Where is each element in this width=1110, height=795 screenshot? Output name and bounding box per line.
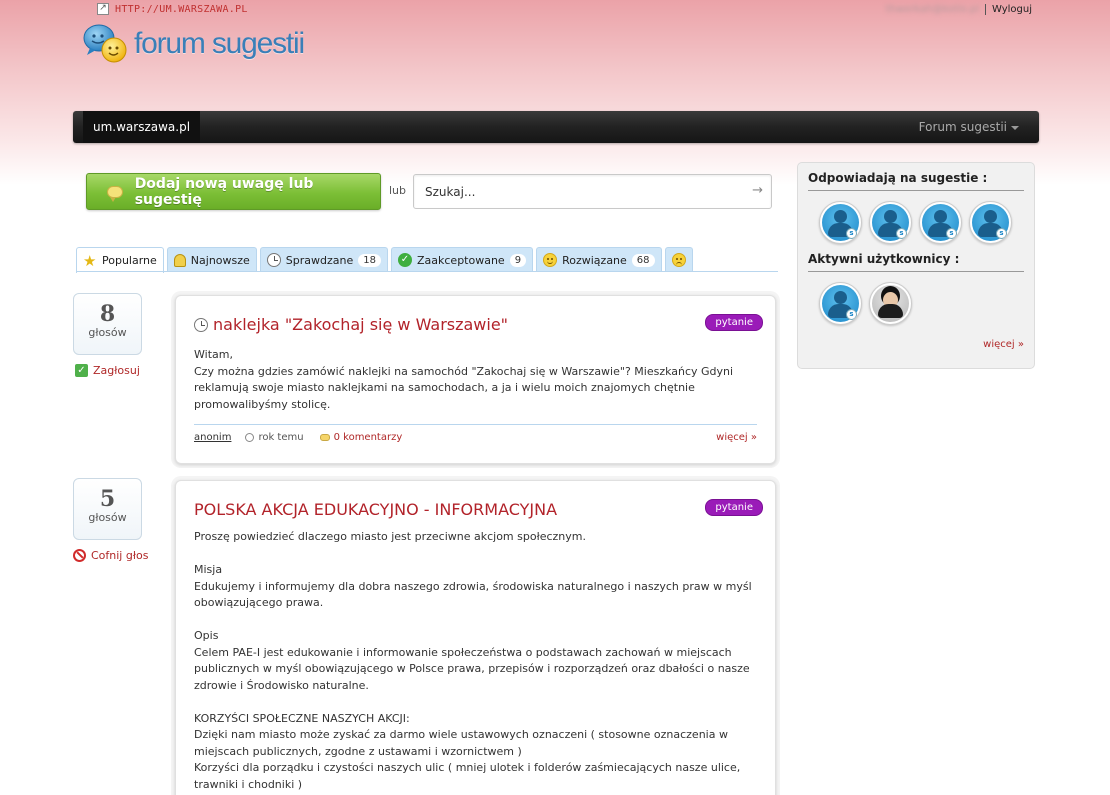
vote-count: 5 — [99, 486, 116, 512]
tab-label: Popularne — [102, 254, 157, 267]
vote-label: głosów — [88, 511, 127, 524]
sidebar: Odpowiadają na sugestie : s s s s Aktywn… — [797, 162, 1035, 369]
avatar-photo[interactable] — [869, 282, 912, 325]
search-input[interactable] — [414, 175, 734, 208]
unvote-button[interactable]: Cofnij głos — [73, 549, 148, 562]
smile-icon — [543, 253, 558, 267]
suggestion-body: Witam, Czy można gdzies zamówić naklejki… — [194, 348, 734, 411]
tab-najnowsze[interactable]: Najnowsze — [166, 247, 257, 272]
filter-tabs: ★ Popularne Najnowsze Sprawdzane 18 ✓ Za… — [76, 247, 693, 273]
tab-zaakceptowane[interactable]: ✓ Zaakceptowane 9 — [391, 247, 534, 272]
more-link[interactable]: więcej » — [716, 432, 757, 443]
suggestion-footer: anonim rok temu 0 komentarzy więcej » — [194, 424, 757, 443]
checkmark-icon: ✓ — [75, 364, 88, 377]
user-area: thwerkah@kotlo.pl Wyloguj — [886, 4, 1032, 15]
vote-count: 8 — [99, 301, 116, 327]
tab-sprawdzane[interactable]: Sprawdzane 18 — [259, 247, 388, 272]
tab-label: Zaakceptowane — [417, 253, 505, 267]
search-submit-arrow-icon[interactable]: → — [752, 183, 763, 198]
avatar[interactable]: s — [819, 201, 862, 244]
bell-icon — [173, 253, 186, 267]
search-box: → — [413, 174, 772, 209]
suggestion-title-link[interactable]: POLSKA AKCJA EDUKACYJNO - INFORMACYJNA — [194, 500, 757, 519]
comments-link[interactable]: 0 komentarzy — [319, 432, 403, 443]
clock-icon — [245, 433, 255, 442]
comment-bubble-icon — [319, 434, 330, 441]
clock-icon — [194, 317, 208, 332]
speech-bubble-icon — [107, 185, 123, 202]
top-navbar: um.warszawa.pl Forum sugestii — [73, 111, 1039, 143]
tab-count: 68 — [631, 253, 655, 267]
suggestion-title: POLSKA AKCJA EDUKACYJNO - INFORMACYJNA — [194, 500, 558, 519]
avatar[interactable]: s — [969, 201, 1012, 244]
logo[interactable]: forum sugestii — [82, 22, 305, 66]
active-users-list: s — [808, 272, 1024, 333]
tab-count: 18 — [358, 253, 381, 267]
tab-popularne[interactable]: ★ Popularne — [76, 247, 164, 273]
active-users-heading: Aktywni użytkownicy : — [808, 252, 1024, 272]
logo-chat-icon — [83, 24, 127, 63]
responders-heading: Odpowiadają na sugestie : — [808, 171, 1024, 191]
suggestion-body: Proszę powiedzieć dlaczego miasto jest p… — [194, 530, 752, 791]
category-tag[interactable]: pytanie — [705, 499, 763, 516]
vote-button-label: Zagłosuj — [93, 364, 140, 377]
star-icon: ★ — [83, 251, 97, 270]
sad-icon — [671, 253, 686, 267]
external-link-text[interactable]: HTTP://UM.WARSZAWA.PL — [115, 4, 248, 15]
add-suggestion-label: Dodaj nową uwagę lub sugestię — [134, 175, 314, 208]
suggestion-title-link[interactable]: naklejka "Zakochaj się w Warszawie" — [194, 315, 757, 334]
tabs-divider — [76, 271, 778, 272]
more-users-link[interactable]: więcej » — [983, 339, 1024, 350]
nav-forum-dropdown[interactable]: Forum sugestii — [919, 111, 1019, 143]
tab-label: Sprawdzane — [285, 253, 354, 267]
tab-count: 9 — [509, 253, 527, 267]
check-icon: ✓ — [398, 253, 412, 267]
or-label: lub — [389, 184, 407, 197]
nav-forum-label: Forum sugestii — [918, 120, 1007, 134]
external-link-icon: ↗ — [97, 3, 109, 15]
logo-text: forum sugestii — [134, 27, 305, 60]
tab-label: Najnowsze — [190, 253, 250, 267]
vote-button[interactable]: ✓ Zagłosuj — [75, 364, 140, 377]
post-time: rok temu — [245, 432, 304, 443]
vote-count-box: 5 głosów — [73, 478, 142, 540]
vote-label: głosów — [88, 326, 127, 339]
comments-count: 0 komentarzy — [333, 432, 403, 443]
unvote-button-label: Cofnij głos — [91, 549, 149, 562]
chevron-down-icon — [1011, 125, 1019, 130]
external-link[interactable]: ↗ HTTP://UM.WARSZAWA.PL — [97, 3, 248, 15]
post-time-text: rok temu — [258, 432, 304, 443]
prohibited-icon — [73, 549, 86, 562]
suggestion-card: pytanie POLSKA AKCJA EDUKACYJNO - INFORM… — [175, 480, 776, 795]
tab-label: Rozwiązane — [562, 253, 627, 267]
suggestion-card: pytanie naklejka "Zakochaj się w Warszaw… — [175, 295, 776, 464]
vote-count-box: 8 głosów — [73, 293, 142, 355]
user-email: thwerkah@kotlo.pl — [885, 4, 979, 15]
tab-rozwiazane[interactable]: Rozwiązane 68 — [536, 247, 662, 272]
logout-link[interactable]: Wyloguj — [985, 4, 1032, 15]
category-tag[interactable]: pytanie — [705, 314, 763, 331]
tab-odrzucone[interactable] — [664, 247, 693, 272]
clock-icon — [266, 253, 281, 267]
responders-list: s s s s — [808, 191, 1024, 252]
add-suggestion-button[interactable]: Dodaj nową uwagę lub sugestię — [86, 173, 381, 210]
author-link[interactable]: anonim — [194, 432, 231, 443]
avatar[interactable]: s — [819, 282, 862, 325]
nav-home-link[interactable]: um.warszawa.pl — [83, 111, 201, 143]
avatar[interactable]: s — [919, 201, 962, 244]
suggestion-title: naklejka "Zakochaj się w Warszawie" — [213, 315, 509, 334]
avatar[interactable]: s — [869, 201, 912, 244]
